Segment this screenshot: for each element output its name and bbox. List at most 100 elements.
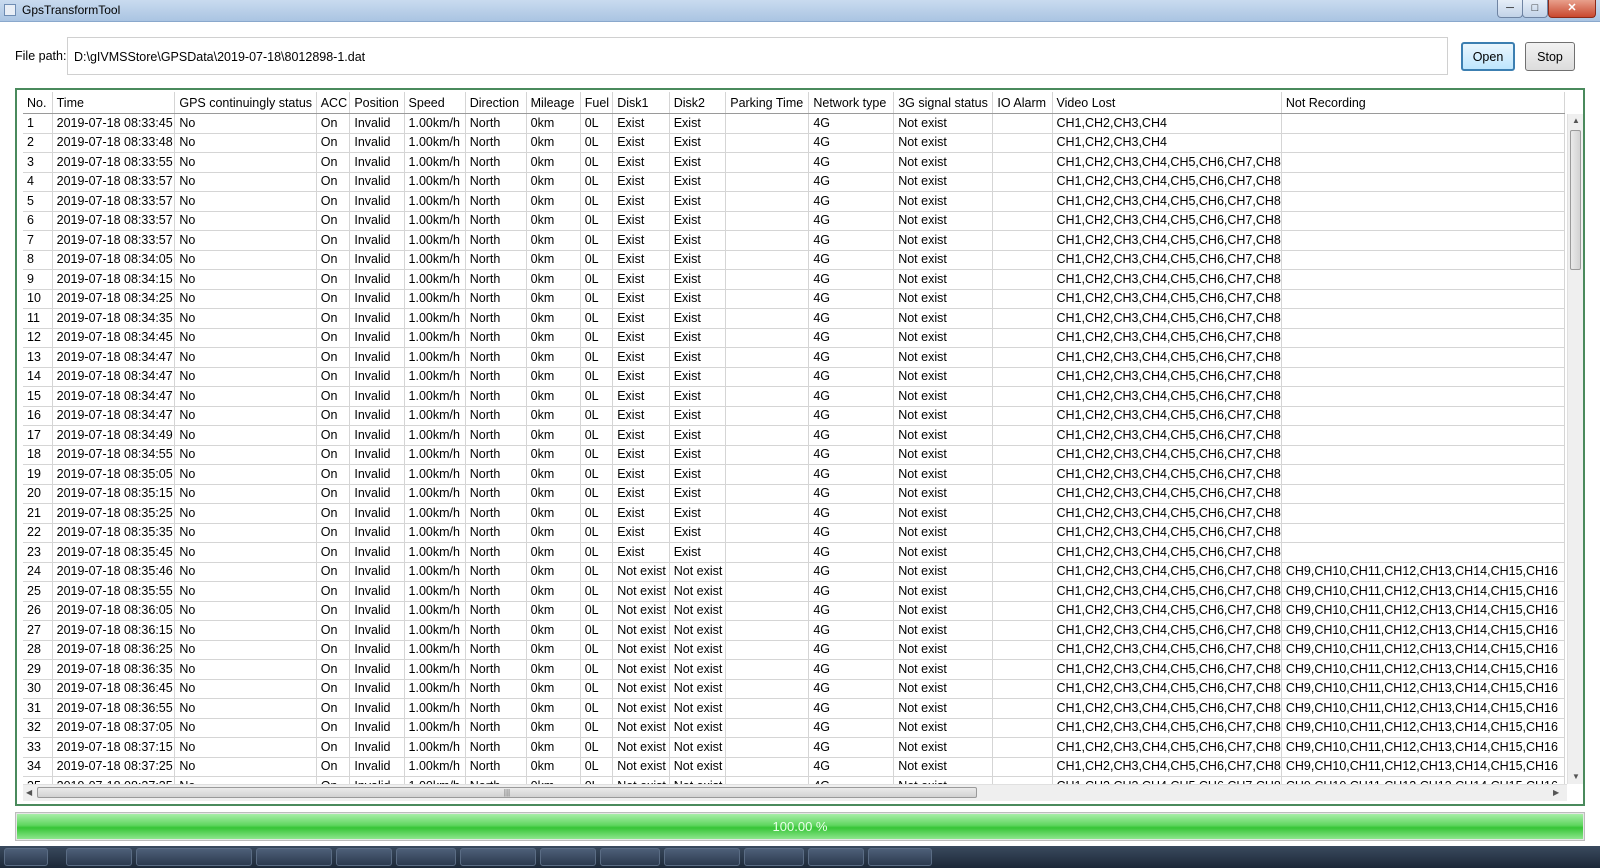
table-row[interactable]: 23 2019-07-18 08:35:45 No On Invalid 1.00km/h… [23, 542, 1565, 563]
table-cell [992, 347, 1053, 368]
taskbar-item[interactable] [66, 848, 132, 866]
taskbar-item[interactable] [396, 848, 456, 866]
table-row[interactable]: 10 2019-07-18 08:34:25 No On Invalid 1.00km/h… [23, 289, 1565, 309]
column-header[interactable]: Network type [808, 92, 895, 114]
stop-button[interactable]: Stop [1525, 42, 1575, 71]
table-cell: 0km [526, 386, 581, 407]
column-header[interactable]: No. [23, 92, 53, 114]
column-header[interactable]: Mileage [526, 92, 581, 114]
table-row[interactable]: 9 2019-07-18 08:34:15 No On Invalid 1.00km/h N… [23, 269, 1565, 290]
table-row[interactable]: 27 2019-07-18 08:36:15 No On Invalid 1.00km/h… [23, 620, 1565, 641]
column-header[interactable]: IO Alarm [992, 92, 1053, 114]
table-row[interactable]: 16 2019-07-18 08:34:47 No On Invalid 1.00km/h… [23, 406, 1565, 426]
table-row[interactable]: 32 2019-07-18 08:37:05 No On Invalid 1.00km/h… [23, 718, 1565, 738]
vertical-scrollbar[interactable]: ▲ ▼ [1567, 114, 1583, 784]
horizontal-scroll-thumb[interactable]: ||| [37, 787, 977, 798]
table-row[interactable]: 11 2019-07-18 08:34:35 No On Invalid 1.00km/h… [23, 308, 1565, 329]
table-row[interactable]: 26 2019-07-18 08:36:05 No On Invalid 1.00km/h… [23, 601, 1565, 621]
table-cell: On [316, 776, 351, 784]
taskbar-item[interactable] [256, 848, 332, 866]
vertical-scroll-thumb[interactable] [1570, 130, 1581, 270]
table-cell: No [174, 172, 317, 192]
table-cell: 4G [808, 152, 895, 173]
column-header[interactable]: 3G signal status [893, 92, 994, 114]
table-row[interactable]: 21 2019-07-18 08:35:25 No On Invalid 1.00km/h… [23, 503, 1565, 524]
table-cell: On [316, 328, 351, 348]
column-header[interactable]: Not Recording [1281, 92, 1565, 114]
taskbar-item[interactable] [600, 848, 660, 866]
table-cell [1281, 386, 1565, 407]
column-header[interactable]: Speed [404, 92, 466, 114]
close-button[interactable]: ✕ [1548, 0, 1596, 18]
table-cell: 2019-07-18 08:37:25 [52, 757, 176, 777]
column-header[interactable]: Direction [465, 92, 527, 114]
taskbar-item[interactable] [808, 848, 864, 866]
table-header-row: No. Time GPS continuingly status ACC Positio… [23, 92, 1565, 114]
table-row[interactable]: 19 2019-07-18 08:35:05 No On Invalid 1.00km/h… [23, 464, 1565, 485]
table-cell: Not exist [669, 562, 727, 582]
taskbar-item[interactable] [540, 848, 596, 866]
table-row[interactable]: 15 2019-07-18 08:34:47 No On Invalid 1.00km/h… [23, 386, 1565, 407]
table-row[interactable]: 30 2019-07-18 08:36:45 No On Invalid 1.00km/h… [23, 679, 1565, 699]
table-row[interactable]: 1 2019-07-18 08:33:45 No On Invalid 1.00km/h N… [23, 113, 1565, 134]
table-row[interactable]: 17 2019-07-18 08:34:49 No On Invalid 1.00km/h… [23, 425, 1565, 446]
minimize-button[interactable]: ─ [1497, 0, 1523, 18]
table-cell: 0L [580, 581, 614, 602]
table-row[interactable]: 34 2019-07-18 08:37:25 No On Invalid 1.00km/h… [23, 757, 1565, 777]
table-row[interactable]: 22 2019-07-18 08:35:35 No On Invalid 1.00km/h… [23, 523, 1565, 543]
column-header[interactable]: Video Lost [1052, 92, 1282, 114]
column-header[interactable]: Disk2 [669, 92, 727, 114]
taskbar-item[interactable] [744, 848, 804, 866]
column-header[interactable]: ACC [316, 92, 351, 114]
taskbar-item[interactable] [868, 848, 932, 866]
open-button[interactable]: Open [1461, 42, 1515, 71]
table-cell: Exist [612, 152, 670, 173]
table-row[interactable]: 28 2019-07-18 08:36:25 No On Invalid 1.00km/h… [23, 640, 1565, 660]
table-row[interactable]: 25 2019-07-18 08:35:55 No On Invalid 1.00km/h… [23, 581, 1565, 602]
table-row[interactable]: 18 2019-07-18 08:34:55 No On Invalid 1.00km/h… [23, 445, 1565, 465]
table-row[interactable]: 352019-07-18 08:37:35NoOnInvalid1.00km/h… [23, 776, 1565, 784]
table-row[interactable]: 29 2019-07-18 08:36:35 No On Invalid 1.00km/h… [23, 659, 1565, 680]
table-row[interactable]: 33 2019-07-18 08:37:15 No On Invalid 1.00km/h… [23, 737, 1565, 758]
taskbar-item[interactable] [336, 848, 392, 866]
table-row[interactable]: 31 2019-07-18 08:36:55 No On Invalid 1.00km/h… [23, 698, 1565, 719]
table-row[interactable]: 3 2019-07-18 08:33:55 No On Invalid 1.00km/h N… [23, 152, 1565, 173]
table-row[interactable]: 13 2019-07-18 08:34:47 No On Invalid 1.00km/h… [23, 347, 1565, 368]
table-cell [992, 172, 1053, 192]
table-cell [725, 406, 810, 426]
table-cell [1281, 445, 1565, 465]
start-button[interactable] [4, 848, 48, 866]
table-cell: Not exist [669, 581, 727, 602]
table-cell: CH1,CH2,CH3,CH4,CH5,CH6,CH7,CH8 [1052, 484, 1282, 504]
table-row[interactable]: 7 2019-07-18 08:33:57 No On Invalid 1.00km/h N… [23, 230, 1565, 251]
table-cell: Exist [669, 328, 727, 348]
scroll-left-icon[interactable]: ◀ [26, 788, 32, 797]
table-row[interactable]: 5 2019-07-18 08:33:57 No On Invalid 1.00km/h N… [23, 191, 1565, 212]
table-row[interactable]: 20 2019-07-18 08:35:15 No On Invalid 1.00km/h… [23, 484, 1565, 504]
scroll-right-icon[interactable]: ▶ [1553, 788, 1559, 797]
taskbar-item[interactable] [460, 848, 536, 866]
table-row[interactable]: 14 2019-07-18 08:34:47 No On Invalid 1.00km/h… [23, 367, 1565, 387]
column-header[interactable]: Parking Time [725, 92, 810, 114]
table-row[interactable]: 12 2019-07-18 08:34:45 No On Invalid 1.00km/h… [23, 328, 1565, 348]
taskbar-item[interactable] [664, 848, 740, 866]
table-row[interactable]: 4 2019-07-18 08:33:57 No On Invalid 1.00km/h N… [23, 172, 1565, 192]
column-header[interactable]: Time [52, 92, 176, 114]
taskbar-item[interactable] [136, 848, 252, 866]
column-header[interactable]: Fuel [580, 92, 614, 114]
file-path-input[interactable]: D:\gIVMSStore\GPSData\2019-07-18\8012898… [67, 37, 1448, 75]
scroll-up-icon[interactable]: ▲ [1572, 116, 1580, 125]
table-row[interactable]: 2 2019-07-18 08:33:48 No On Invalid 1.00km/h N… [23, 133, 1565, 153]
horizontal-scrollbar[interactable]: ◀ ||| ▶ [23, 784, 1567, 801]
table-cell: 34 [23, 757, 53, 777]
scroll-down-icon[interactable]: ▼ [1572, 772, 1580, 781]
table-row[interactable]: 6 2019-07-18 08:33:57 No On Invalid 1.00km/h N… [23, 211, 1565, 231]
table-row[interactable]: 24 2019-07-18 08:35:46 No On Invalid 1.00km/h… [23, 562, 1565, 582]
column-header[interactable]: Position [349, 92, 405, 114]
table-cell: 0km [526, 659, 581, 680]
table-cell: 2019-07-18 08:34:15 [52, 269, 176, 290]
column-header[interactable]: Disk1 [612, 92, 670, 114]
maximize-button[interactable]: □ [1522, 0, 1548, 18]
table-row[interactable]: 8 2019-07-18 08:34:05 No On Invalid 1.00km/h N… [23, 250, 1565, 270]
column-header[interactable]: GPS continuingly status [174, 92, 317, 114]
